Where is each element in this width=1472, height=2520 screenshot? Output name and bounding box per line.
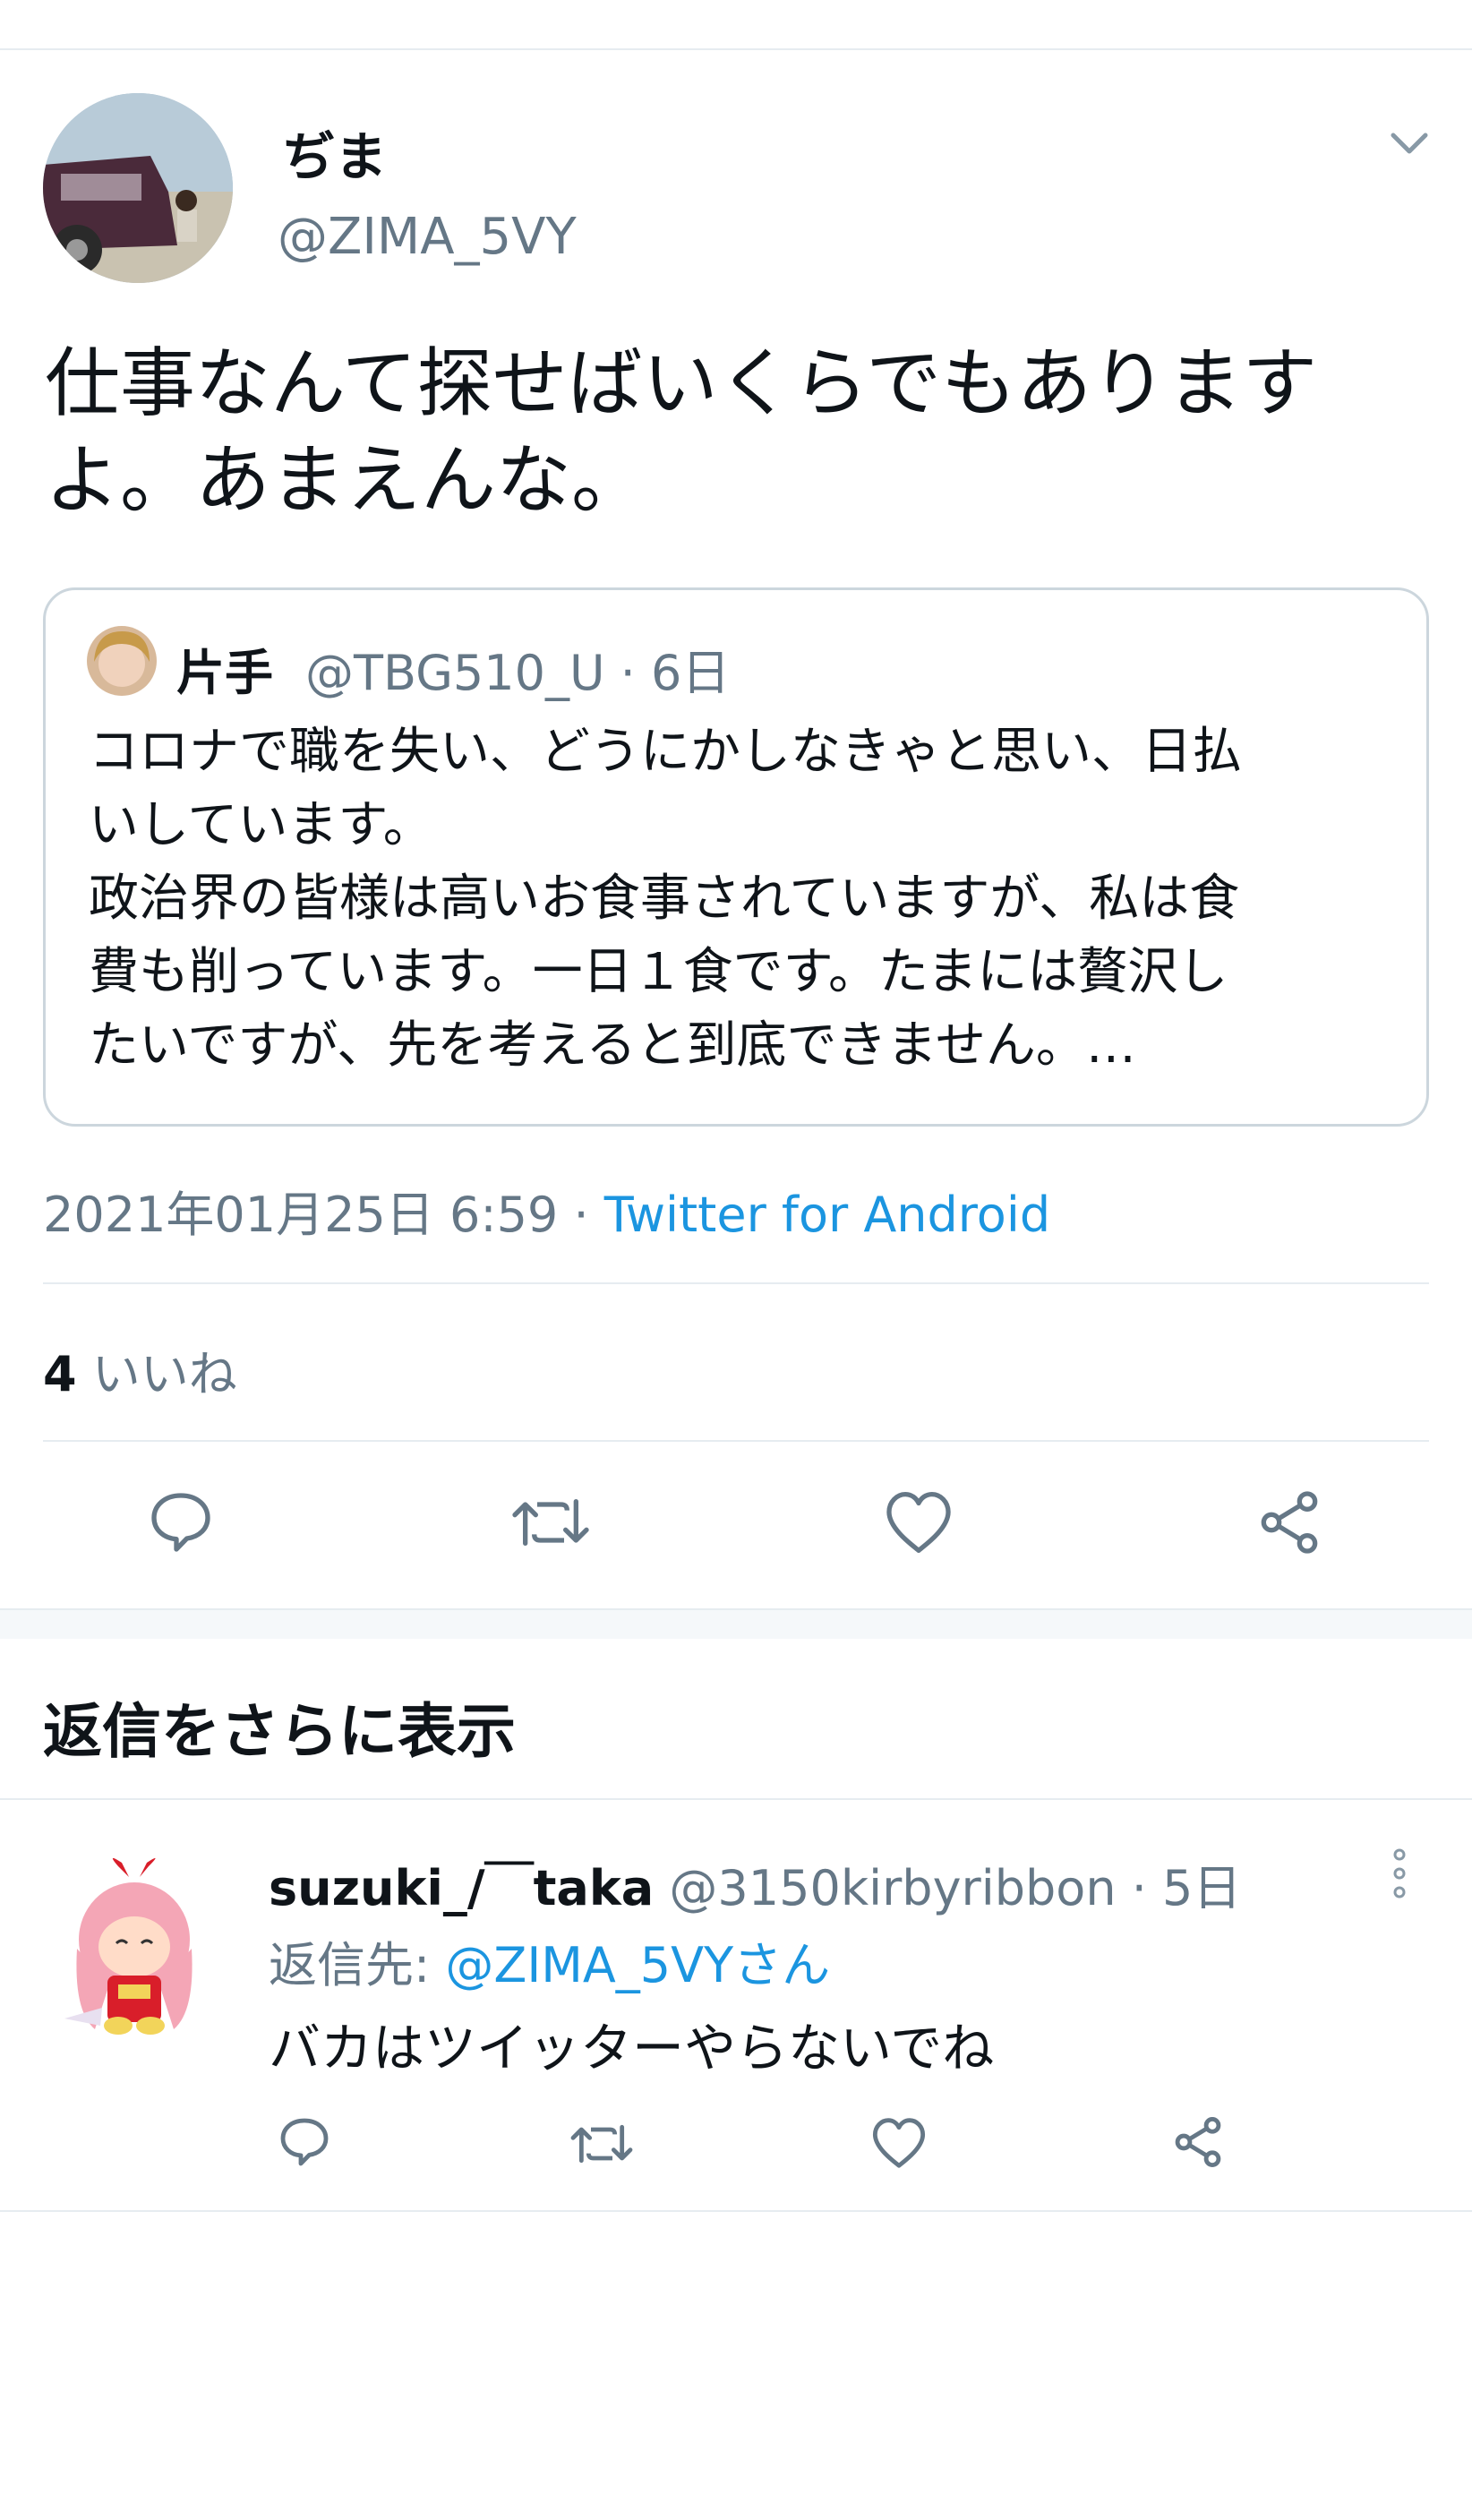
divider	[43, 1282, 1429, 1284]
author-name[interactable]: ぢま	[283, 115, 387, 190]
like-icon[interactable]	[883, 1488, 954, 1556]
reply-header: suzuki_/￣taka @3150kirbyribbon · 5日	[269, 1848, 1241, 1919]
quote-line: コロナで職を失い、どうにかしなきゃと思い、日払	[89, 723, 1242, 781]
quote-line: いしています。	[89, 796, 433, 854]
quoted-tweet[interactable]: 片手 @TBG510_U · 6日 コロナで職を失い、どうにかしなきゃと思い、日…	[43, 587, 1429, 1127]
retweet-icon[interactable]	[510, 1487, 591, 1558]
quote-line: たいですが、先を考えると到底できません。…	[89, 1016, 1136, 1075]
separator: ·	[558, 1187, 604, 1243]
author-handle[interactable]: @ZIMA_5VY	[278, 208, 577, 266]
likes-count: 4	[43, 1346, 77, 1402]
divider	[0, 2210, 1472, 2212]
quote-author-name: 片手	[176, 645, 273, 701]
reply-handle-time[interactable]: @3150kirbyribbon · 5日	[669, 1860, 1241, 1916]
timestamp-row: 2021年01月25日 6:59 · Twitter for Android	[43, 1175, 1050, 1246]
top-divider	[0, 48, 1472, 50]
tweet-text: 仕事なんて探せばいくらでもありますよ。あまえんな。	[45, 339, 1318, 524]
quote-line: 政治界の皆様は高いお食事されていますが、私は食	[89, 870, 1240, 928]
avatar-image	[43, 93, 233, 283]
avatar[interactable]	[43, 93, 233, 283]
reply-author-name[interactable]: suzuki_/￣taka	[269, 1860, 654, 1916]
likes-row[interactable]: 4 いいね	[43, 1334, 237, 1405]
chevron-down-icon[interactable]	[1390, 130, 1429, 157]
source-link[interactable]: Twitter for Android	[604, 1187, 1050, 1243]
reply-avatar[interactable]	[56, 1850, 217, 2047]
divider	[0, 1798, 1472, 1800]
like-icon[interactable]	[870, 2115, 928, 2171]
replying-to-prefix: 返信先:	[269, 1937, 446, 1993]
likes-label: いいね	[91, 1346, 237, 1402]
replying-to-row: 返信先: @ZIMA_5VYさん	[269, 1925, 830, 1996]
reply-icon[interactable]	[145, 1487, 217, 1558]
replying-to-link[interactable]: @ZIMA_5VYさん	[445, 1937, 830, 1993]
quote-line: 費も削っています。一日１食です。たまには贅沢し	[89, 943, 1228, 1001]
timestamp[interactable]: 2021年01月25日 6:59	[43, 1187, 558, 1243]
quote-text: コロナで職を失い、どうにかしなきゃと思い、日払 いしています。 政治界の皆様は高…	[89, 716, 1414, 1083]
divider	[43, 1440, 1429, 1442]
reply-text: バカはツイッターやらないでね	[269, 2018, 995, 2079]
share-icon[interactable]	[1254, 1487, 1325, 1558]
reply-icon[interactable]	[276, 2113, 333, 2171]
more-options-icon[interactable]	[1388, 1847, 1411, 1900]
section-separator	[0, 1608, 1472, 1639]
retweet-icon[interactable]	[569, 2115, 634, 2173]
quote-avatar	[87, 626, 157, 696]
share-icon[interactable]	[1169, 2113, 1227, 2171]
more-replies-heading[interactable]: 返信をさらに表示	[43, 1684, 516, 1770]
quote-handle-time: @TBG510_U · 6日	[305, 645, 731, 701]
